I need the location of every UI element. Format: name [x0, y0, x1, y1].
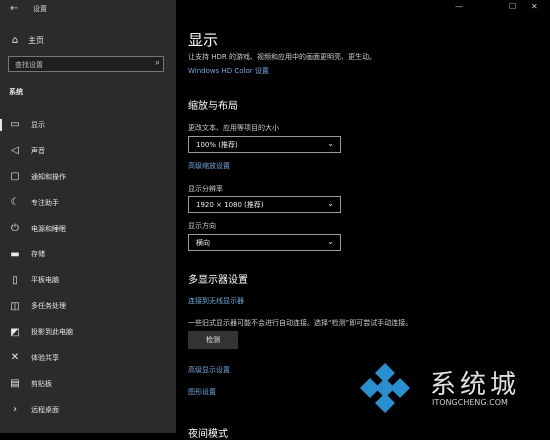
sidebar-item-label: 声音 [31, 146, 45, 155]
sidebar-home-label: 主页 [28, 36, 44, 45]
clipboard-icon: ▤ [10, 378, 20, 390]
watermark-text: 系统城 [430, 370, 521, 400]
sidebar-section-title: 系统 [9, 88, 23, 96]
sidebar-item-tablet[interactable]: ▯ 平板电脑 [0, 267, 176, 293]
scale-label: 更改文本、应用等项目的大小 [188, 124, 279, 132]
notification-icon: ▢ [10, 171, 20, 183]
power-icon: ⏻ [11, 223, 19, 234]
sidebar-item-label: 剪贴板 [31, 379, 52, 388]
advanced-scaling-link[interactable]: 高级缩放设置 [188, 161, 230, 171]
sidebar-item-storage[interactable]: ▬ 存储 [0, 241, 176, 267]
sidebar-item-label: 投影到此电脑 [31, 328, 73, 337]
minimize-button[interactable]: — [455, 2, 463, 11]
search-input[interactable]: 查找设置 ⌕ [8, 56, 164, 72]
advanced-display-link[interactable]: 高级显示设置 [188, 365, 230, 375]
sidebar-item-label: 平板电脑 [31, 276, 59, 285]
wireless-display-link[interactable]: 连接到无线显示器 [188, 296, 244, 306]
app-title: 设置 [33, 5, 47, 13]
scale-value: 100% (推荐) [196, 141, 238, 149]
orientation-dropdown[interactable]: 横向 ⌄ [188, 234, 341, 251]
detect-description: 一些旧式显示器可能不会进行自动连接。选择“检测”即可尝试手动连接。 [188, 319, 413, 327]
sidebar-item-label: 远程桌面 [31, 405, 59, 414]
sidebar-item-remote-desktop[interactable]: › 远程桌面 [0, 397, 176, 423]
scale-layout-heading: 缩放与布局 [188, 101, 238, 112]
monitor-icon: ▭ [10, 119, 20, 131]
sidebar-item-display[interactable]: ▭ 显示 [0, 112, 176, 138]
sidebar-item-label: 电源和睡眠 [31, 224, 66, 233]
watermark: 系统城 ITONGCHENG.COM [360, 356, 550, 433]
tablet-icon: ▯ [12, 274, 18, 286]
close-button[interactable]: ✕ [531, 2, 538, 11]
sidebar: ← 设置 ⌂ 主页 查找设置 ⌕ 系统 ▭ 显示 ◁ 声音 ▢ 通知和操作 ☾ 专注助手… [0, 0, 176, 433]
orientation-value: 横向 [196, 239, 210, 247]
orientation-label: 显示方向 [188, 222, 216, 230]
sidebar-item-label: 通知和操作 [31, 172, 66, 181]
sidebar-item-sound[interactable]: ◁ 声音 [0, 138, 176, 164]
sidebar-item-label: 专注助手 [31, 198, 59, 207]
sidebar-item-project[interactable]: ◩ 投影到此电脑 [0, 319, 176, 345]
search-placeholder: 查找设置 [15, 61, 43, 69]
storage-icon: ▬ [10, 248, 20, 260]
sidebar-item-multitask[interactable]: ◫ 多任务处理 [0, 293, 176, 319]
sidebar-item-notifications[interactable]: ▢ 通知和操作 [0, 164, 176, 190]
sidebar-item-label: 存储 [31, 250, 45, 259]
home-icon: ⌂ [11, 35, 19, 46]
chevron-down-icon: ⌄ [327, 237, 334, 246]
remote-icon: › [13, 404, 17, 416]
scale-dropdown[interactable]: 100% (推荐) ⌄ [188, 136, 341, 153]
project-icon: ◩ [10, 326, 20, 338]
share-icon: ✕ [10, 352, 20, 364]
sidebar-item-label: 显示 [31, 120, 45, 129]
search-icon[interactable]: ⌕ [155, 58, 160, 68]
chevron-down-icon: ⌄ [327, 199, 334, 208]
sidebar-nav: ▭ 显示 ◁ 声音 ▢ 通知和操作 ☾ 专注助手 ⏻ 电源和睡眠 ▬ 存储 ▯ 平板电脑 ◫ 多… [0, 112, 176, 423]
sidebar-item-label: 多任务处理 [31, 302, 66, 311]
hdr-description: 让支持 HDR 的游戏、视频和应用中的画面更明亮、更生动。 [188, 53, 376, 61]
watermark-url: ITONGCHENG.COM [432, 398, 508, 407]
hdr-settings-link[interactable]: Windows HD Color 设置 [188, 66, 269, 76]
chevron-down-icon: ⌄ [327, 139, 334, 148]
multi-display-heading: 多显示器设置 [188, 275, 248, 286]
speaker-icon: ◁ [11, 145, 19, 157]
moon-icon: ☾ [10, 197, 20, 209]
maximize-button[interactable]: ☐ [509, 2, 516, 11]
detect-button[interactable]: 检测 [188, 331, 238, 349]
sidebar-item-clipboard[interactable]: ▤ 剪贴板 [0, 371, 176, 397]
resolution-value: 1920 × 1080 (推荐) [196, 201, 264, 209]
sidebar-home[interactable]: ⌂ 主页 [9, 35, 44, 46]
resolution-label: 显示分辨率 [188, 185, 223, 193]
page-title: 显示 [188, 31, 219, 49]
sidebar-item-label: 体验共享 [31, 353, 59, 362]
sidebar-item-power[interactable]: ⏻ 电源和睡眠 [0, 216, 176, 242]
graphics-settings-link[interactable]: 图形设置 [188, 387, 216, 397]
sidebar-item-focus-assist[interactable]: ☾ 专注助手 [0, 190, 176, 216]
sidebar-item-shared-experiences[interactable]: ✕ 体验共享 [0, 345, 176, 371]
multitask-icon: ◫ [10, 300, 20, 312]
back-arrow-icon[interactable]: ← [10, 3, 18, 14]
resolution-dropdown[interactable]: 1920 × 1080 (推荐) ⌄ [188, 196, 341, 213]
